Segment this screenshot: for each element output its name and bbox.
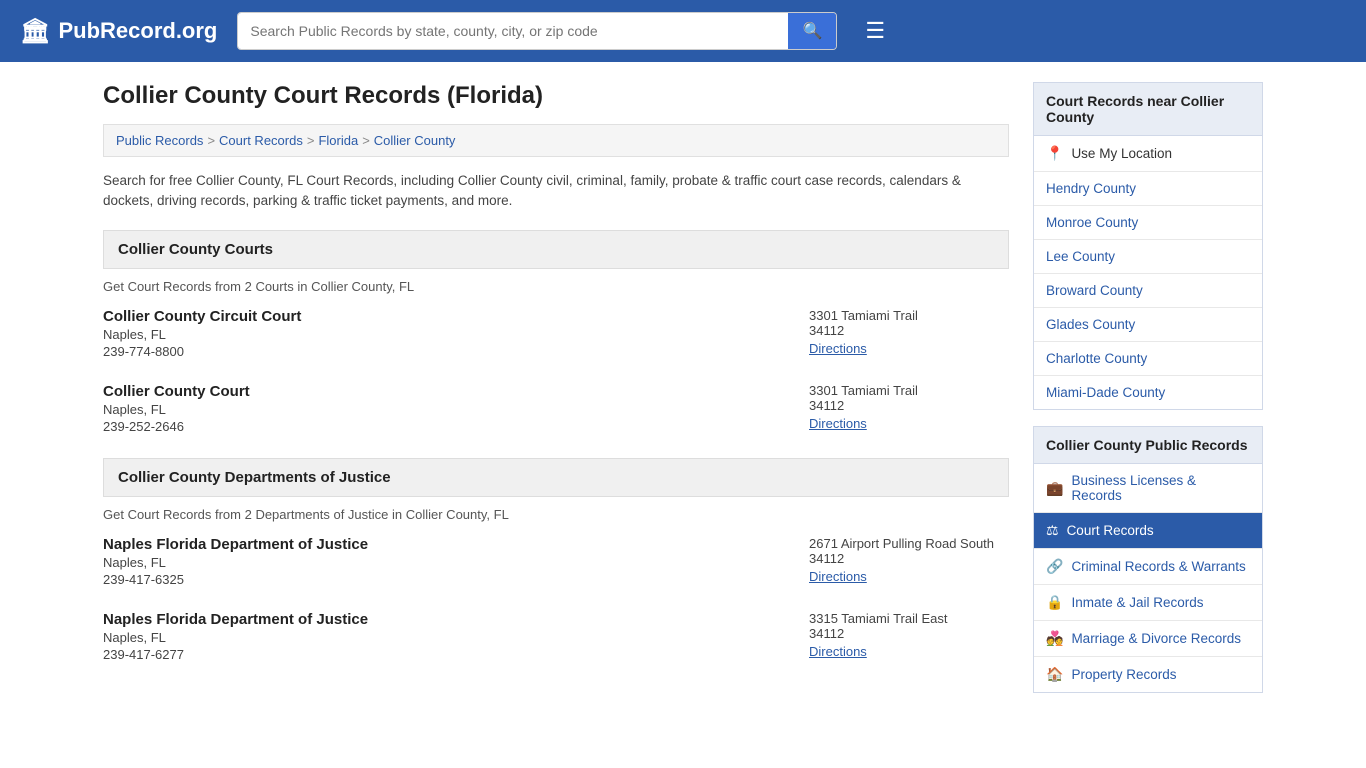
doj-directions-2[interactable]: Directions (809, 644, 867, 659)
pr-criminal-records-label: Criminal Records & Warrants (1071, 559, 1245, 574)
use-my-location-label: Use My Location (1071, 146, 1172, 161)
nearby-charlotte-label: Charlotte County (1046, 351, 1147, 366)
business-icon: 💼 (1046, 480, 1063, 497)
court-zip-2: 34112 (809, 398, 1009, 413)
court-entry-2: Collier County Court Naples, FL 239-252-… (103, 383, 1009, 438)
inmate-icon: 🔒 (1046, 594, 1063, 611)
nearby-glades-label: Glades County (1046, 317, 1135, 332)
nearby-broward[interactable]: Broward County (1034, 274, 1262, 308)
location-icon: 📍 (1046, 145, 1063, 162)
public-records-list: 💼 Business Licenses & Records ⚖ Court Re… (1033, 464, 1263, 693)
court-entry-1: Collier County Circuit Court Naples, FL … (103, 308, 1009, 363)
nearby-monroe[interactable]: Monroe County (1034, 206, 1262, 240)
marriage-icon: 💑 (1046, 630, 1063, 647)
nearby-broward-label: Broward County (1046, 283, 1143, 298)
breadcrumb-collier-county[interactable]: Collier County (374, 133, 456, 148)
court-phone-1: 239-774-8800 (103, 344, 779, 359)
court-address-2: 3301 Tamiami Trail (809, 383, 1009, 398)
doj-phone-1: 239-417-6325 (103, 572, 779, 587)
nearby-hendry-label: Hendry County (1046, 181, 1136, 196)
main-content: Collier County Court Records (Florida) P… (103, 82, 1009, 709)
court-city-2: Naples, FL (103, 402, 779, 417)
pr-marriage-records[interactable]: 💑 Marriage & Divorce Records (1034, 621, 1262, 657)
menu-icon[interactable]: ☰ (865, 18, 885, 44)
pr-business-licenses-label: Business Licenses & Records (1071, 473, 1250, 503)
courts-section-desc: Get Court Records from 2 Courts in Colli… (103, 279, 1009, 294)
nearby-lee[interactable]: Lee County (1034, 240, 1262, 274)
public-records-section-title: Collier County Public Records (1033, 426, 1263, 464)
pr-marriage-records-label: Marriage & Divorce Records (1071, 631, 1241, 646)
criminal-icon: 🔗 (1046, 558, 1063, 575)
doj-name-1: Naples Florida Department of Justice (103, 536, 779, 553)
doj-city-1: Naples, FL (103, 555, 779, 570)
doj-city-2: Naples, FL (103, 630, 779, 645)
breadcrumb-florida[interactable]: Florida (318, 133, 358, 148)
pr-business-licenses[interactable]: 💼 Business Licenses & Records (1034, 464, 1262, 513)
pr-inmate-records[interactable]: 🔒 Inmate & Jail Records (1034, 585, 1262, 621)
nearby-monroe-label: Monroe County (1046, 215, 1138, 230)
pr-court-records-label: Court Records (1067, 523, 1154, 538)
doj-zip-2: 34112 (809, 626, 1009, 641)
court-name-2: Collier County Court (103, 383, 779, 400)
doj-directions-1[interactable]: Directions (809, 569, 867, 584)
page-wrapper: Collier County Court Records (Florida) P… (83, 62, 1283, 729)
page-description: Search for free Collier County, FL Court… (103, 171, 1009, 212)
nearby-miami-dade[interactable]: Miami-Dade County (1034, 376, 1262, 409)
search-button[interactable]: 🔍 (788, 13, 836, 49)
sidebar: Court Records near Collier County 📍 Use … (1033, 82, 1263, 709)
doj-zip-1: 34112 (809, 551, 1009, 566)
court-icon: ⚖ (1046, 522, 1059, 539)
nearby-glades[interactable]: Glades County (1034, 308, 1262, 342)
doj-address-2: 3315 Tamiami Trail East (809, 611, 1009, 626)
nearby-miami-dade-label: Miami-Dade County (1046, 385, 1165, 400)
search-input[interactable] (238, 13, 788, 49)
court-name-1: Collier County Circuit Court (103, 308, 779, 325)
pr-criminal-records[interactable]: 🔗 Criminal Records & Warrants (1034, 549, 1262, 585)
pr-inmate-records-label: Inmate & Jail Records (1071, 595, 1203, 610)
nearby-section-title: Court Records near Collier County (1033, 82, 1263, 136)
search-bar: 🔍 (237, 12, 837, 50)
doj-section-desc: Get Court Records from 2 Departments of … (103, 507, 1009, 522)
doj-entry-1: Naples Florida Department of Justice Nap… (103, 536, 1009, 591)
courts-section-header: Collier County Courts (103, 230, 1009, 269)
doj-phone-2: 239-417-6277 (103, 647, 779, 662)
court-directions-2[interactable]: Directions (809, 416, 867, 431)
use-my-location[interactable]: 📍 Use My Location (1034, 136, 1262, 172)
property-icon: 🏠 (1046, 666, 1063, 683)
doj-address-1: 2671 Airport Pulling Road South (809, 536, 1009, 551)
breadcrumb-public-records[interactable]: Public Records (116, 133, 203, 148)
site-header: 🏛 PubRecord.org 🔍 ☰ (0, 0, 1366, 62)
breadcrumb-court-records[interactable]: Court Records (219, 133, 303, 148)
doj-section-header: Collier County Departments of Justice (103, 458, 1009, 497)
doj-name-2: Naples Florida Department of Justice (103, 611, 779, 628)
breadcrumb: Public Records > Court Records > Florida… (103, 124, 1009, 157)
nearby-hendry[interactable]: Hendry County (1034, 172, 1262, 206)
nearby-list: 📍 Use My Location Hendry County Monroe C… (1033, 136, 1263, 410)
nearby-lee-label: Lee County (1046, 249, 1115, 264)
pr-property-records[interactable]: 🏠 Property Records (1034, 657, 1262, 692)
page-title: Collier County Court Records (Florida) (103, 82, 1009, 110)
pr-property-records-label: Property Records (1071, 667, 1176, 682)
court-zip-1: 34112 (809, 323, 1009, 338)
court-city-1: Naples, FL (103, 327, 779, 342)
nearby-charlotte[interactable]: Charlotte County (1034, 342, 1262, 376)
doj-entry-2: Naples Florida Department of Justice Nap… (103, 611, 1009, 666)
court-address-1: 3301 Tamiami Trail (809, 308, 1009, 323)
logo-text: PubRecord.org (58, 18, 217, 44)
site-logo[interactable]: 🏛 PubRecord.org (20, 17, 217, 46)
court-directions-1[interactable]: Directions (809, 341, 867, 356)
court-phone-2: 239-252-2646 (103, 419, 779, 434)
pr-court-records[interactable]: ⚖ Court Records (1034, 513, 1262, 549)
logo-icon: 🏛 (20, 17, 50, 46)
